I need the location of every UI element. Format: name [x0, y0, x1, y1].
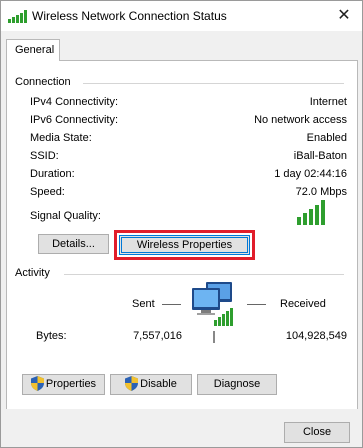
media-state-label: Media State: [30, 132, 92, 144]
window-title: Wireless Network Connection Status [32, 9, 227, 23]
activity-center-divider [213, 331, 215, 343]
properties-label: Properties [45, 378, 97, 390]
ssid-label: SSID: [30, 150, 59, 162]
signal-quality-label: Signal Quality: [30, 210, 101, 222]
details-button[interactable]: Details... [38, 234, 109, 254]
properties-button[interactable]: Properties [22, 374, 105, 395]
activity-divider [64, 274, 344, 275]
title-bar[interactable]: Wireless Network Connection Status ✕ [1, 1, 362, 31]
uac-shield-icon [125, 375, 139, 391]
focus-ring [121, 237, 248, 253]
activity-group-label: Activity [15, 267, 50, 279]
sent-label: Sent [132, 298, 155, 310]
disable-button[interactable]: Disable [110, 374, 192, 395]
ipv4-label: IPv4 Connectivity: [30, 96, 119, 108]
network-computers-icon [192, 282, 233, 326]
speed-value: 72.0 Mbps [295, 186, 347, 198]
tab-general[interactable]: General [6, 39, 60, 61]
received-line [247, 304, 266, 305]
signal-quality-icon [297, 200, 325, 225]
received-label: Received [280, 298, 326, 310]
disable-label: Disable [140, 378, 177, 390]
ipv6-value: No network access [254, 114, 347, 126]
wireless-properties-button[interactable]: Wireless Properties [119, 235, 250, 255]
duration-label: Duration: [30, 168, 75, 180]
uac-shield-icon [30, 375, 44, 391]
connection-group-label: Connection [15, 76, 71, 88]
media-state-value: Enabled [306, 132, 347, 144]
duration-value: 1 day 02:44:16 [274, 168, 347, 180]
ipv6-label: IPv6 Connectivity: [30, 114, 119, 126]
diagnose-button[interactable]: Diagnose [197, 374, 277, 395]
connection-divider [83, 83, 344, 84]
title-close-icon[interactable]: ✕ [334, 6, 354, 26]
bytes-label: Bytes: [36, 330, 67, 342]
ssid-value: iBall-Baton [293, 150, 347, 162]
wireless-signal-icon [8, 10, 27, 23]
bytes-sent-value: 7,557,016 [133, 330, 182, 342]
sent-line [162, 304, 181, 305]
status-dialog: Wireless Network Connection Status ✕ Gen… [0, 0, 363, 448]
bytes-received-value: 104,928,549 [285, 330, 347, 342]
ipv4-value: Internet [309, 96, 347, 108]
close-button[interactable]: Close [284, 422, 350, 443]
speed-label: Speed: [30, 186, 65, 198]
tab-general-label: General [15, 44, 55, 56]
